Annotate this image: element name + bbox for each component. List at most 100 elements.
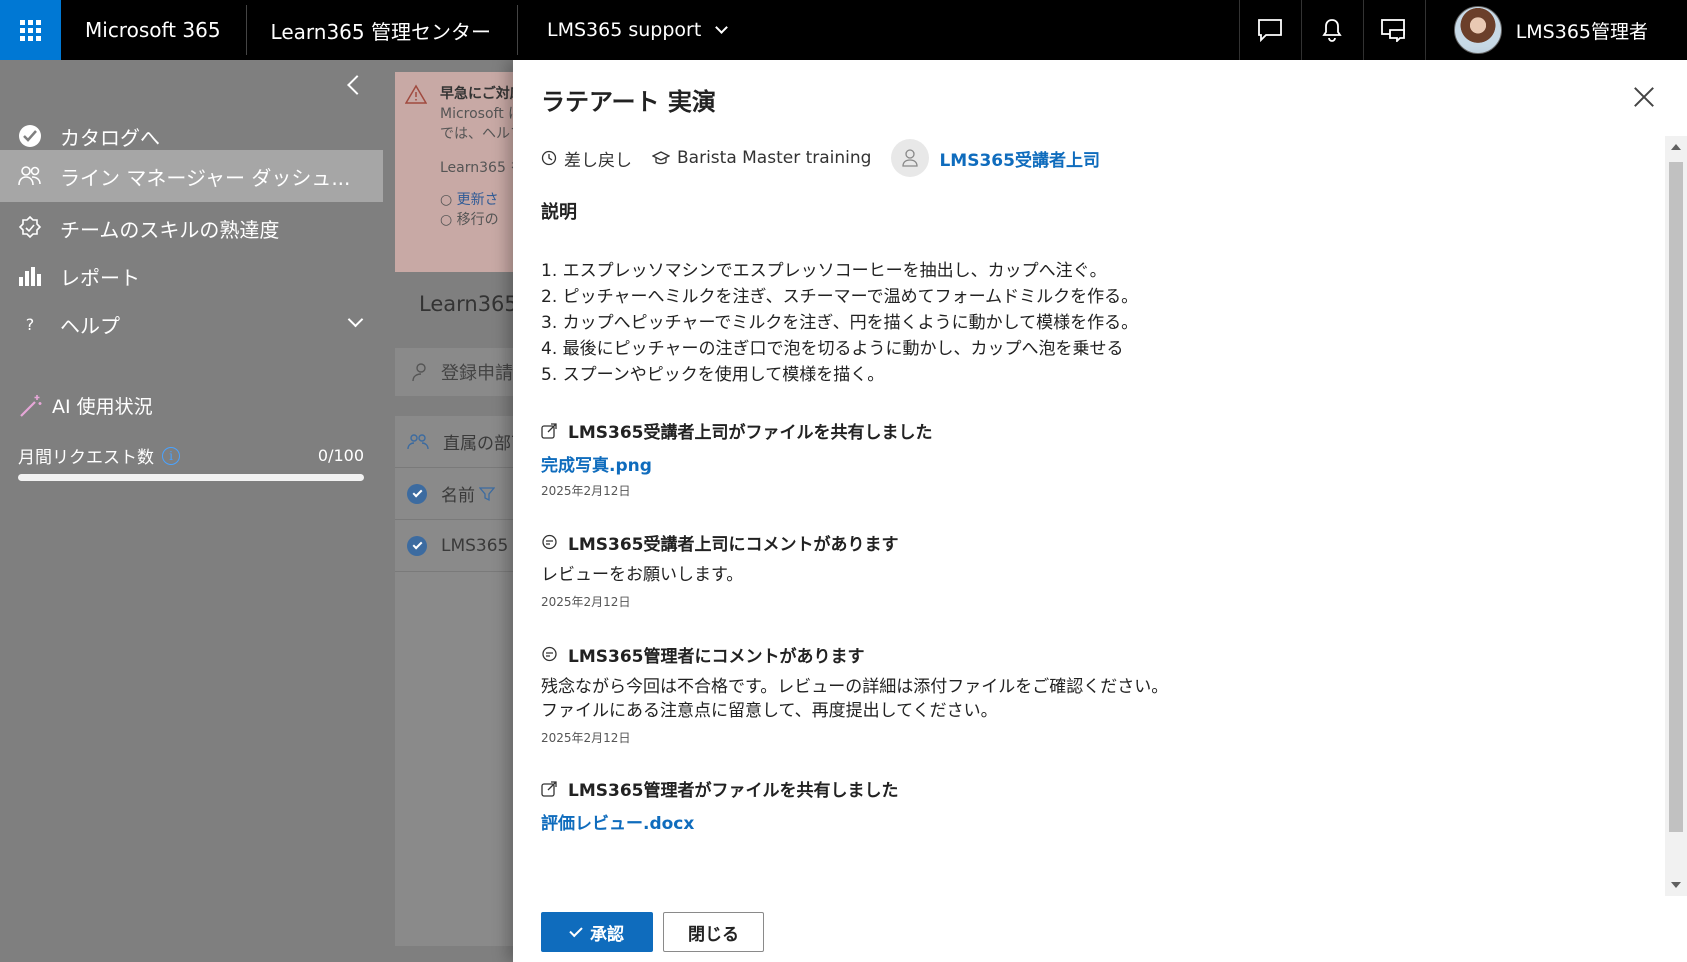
activity-comment: LMS365受講者上司にコメントがあります レビューをお願いします。 2025年…: [541, 530, 898, 610]
chevron-left-icon: [347, 75, 367, 95]
chevron-down-icon: [715, 20, 729, 34]
question-icon: ?: [25, 314, 35, 334]
detail-panel: ラテアート 実演 差し戻し Barista Master training LM…: [513, 60, 1687, 962]
team-icon: [407, 433, 429, 449]
sidebar-item-label: レポート: [60, 265, 140, 290]
comment-text: 残念ながら今回は不合格です。レビューの詳細は添付ファイルをご確認ください。 ファ…: [541, 677, 1169, 721]
gear-badge-icon: [16, 214, 44, 242]
collapse-nav-button[interactable]: [341, 72, 367, 98]
comment-icon: [542, 646, 557, 662]
feedback-button[interactable]: [1238, 0, 1301, 60]
graduation-cap-icon: [652, 151, 670, 165]
comment-icon: [542, 534, 557, 550]
monthly-requests-row: 月間リクエスト数 i 0/100: [18, 443, 364, 468]
info-icon[interactable]: i: [162, 446, 180, 465]
activity-heading: LMS365管理者がファイルを共有しました: [568, 781, 899, 801]
person-icon: [412, 363, 426, 382]
user-menu[interactable]: LMS365管理者: [1424, 0, 1687, 60]
sidebar-item-label: ライン マネージャー ダッシュ...: [60, 165, 351, 190]
sidebar-item-line-manager-dashboard[interactable]: ライン マネージャー ダッシュ...: [0, 150, 383, 202]
approve-label: 承認: [590, 924, 624, 945]
description-steps: 1. エスプレッソマシンでエスプレッソコーヒーを抽出し、カップへ注ぐ。 2. ピ…: [541, 258, 1138, 388]
page-title: Learn365: [419, 292, 518, 316]
activity-date: 2025年2月12日: [541, 484, 631, 498]
list-item: 4. 最後にピッチャーの注ぎ口で泡を切るように動かし、カップへ泡を乗せる: [541, 339, 1124, 359]
monthly-requests-count: 0/100: [317, 446, 364, 465]
activity-heading: LMS365受講者上司にコメントがあります: [568, 535, 899, 555]
person-avatar: [891, 139, 930, 177]
meta-row: 差し戻し Barista Master training LMS365受講者上司: [541, 138, 1100, 178]
activity-heading: LMS365受講者上司がファイルを共有しました: [568, 423, 933, 443]
bell-icon: [1322, 19, 1342, 42]
user-name: LMS365管理者: [1515, 20, 1648, 43]
person-icon: [902, 149, 919, 167]
support-chat-button[interactable]: [1362, 0, 1425, 60]
list-item: 3. カップへピッチャーでミルクを注ぎ、円を描くように動かして模様を作る。: [541, 313, 1139, 333]
avatar: [1453, 6, 1502, 54]
close-icon[interactable]: [1633, 86, 1655, 108]
requests-progress-bar: [18, 474, 364, 481]
bar-chart-icon: [16, 262, 44, 290]
sidebar-item-help[interactable]: ? ヘルプ: [0, 298, 383, 350]
status-badge: 差し戻し: [541, 146, 632, 171]
activity-comment: LMS365管理者にコメントがあります 残念ながら今回は不合格です。レビューの詳…: [541, 642, 1168, 746]
approve-button[interactable]: 承認: [541, 912, 653, 952]
search-label: 登録申請: [441, 363, 513, 384]
sidebar-item-team-skills[interactable]: チームのスキルの熟達度: [0, 202, 383, 254]
waffle-icon: [20, 19, 41, 41]
list-item: 5. スプーンやピックを使用して模様を描く。: [541, 365, 885, 385]
status-label: 差し戻し: [564, 150, 632, 171]
magic-wand-icon: [20, 394, 42, 417]
comment-text: レビューをお願いします。: [541, 565, 744, 585]
scroll-down-icon[interactable]: [1671, 882, 1681, 888]
activity-file-share: LMS365受講者上司がファイルを共有しました 完成写真.png 2025年2月…: [541, 418, 932, 499]
scroll-thumb[interactable]: [1669, 162, 1683, 832]
file-link[interactable]: 評価レビュー.docx: [541, 809, 694, 834]
clock-icon: [541, 150, 557, 166]
ai-usage-heading: AI 使用状況: [18, 392, 153, 419]
share-icon: [541, 781, 557, 797]
activity-date: 2025年2月12日: [541, 595, 631, 609]
activity-date: 2025年2月12日: [541, 731, 631, 745]
activity-file-share: LMS365管理者がファイルを共有しました 評価レビュー.docx: [541, 776, 898, 834]
column-header-name[interactable]: 名前: [441, 481, 475, 506]
share-icon: [541, 423, 557, 439]
scrollbar[interactable]: [1665, 136, 1687, 896]
sidebar-item-label: ヘルプ: [60, 313, 120, 338]
top-bar: Microsoft 365 Learn365 管理センター LMS365 sup…: [0, 0, 1687, 60]
left-navigation: カタログへ ライン マネージャー ダッシュ... チームのスキルの熟達度 レポー…: [0, 60, 383, 962]
tenant-selector[interactable]: LMS365 support: [518, 19, 729, 41]
check-circle-icon: [16, 122, 44, 150]
sidebar-item-reports[interactable]: レポート: [0, 250, 383, 302]
app-launcher-button[interactable]: [0, 0, 61, 60]
tenant-label: LMS365 support: [546, 19, 702, 41]
list-item: 2. ピッチャーへミルクを注ぎ、スチーマーで温めてフォームドミルクを作る。: [541, 287, 1139, 307]
screen-chat-icon: [1381, 19, 1406, 42]
chevron-down-icon: [347, 311, 364, 328]
chat-icon: [1258, 19, 1283, 42]
row-name: LMS365: [441, 535, 509, 556]
person-link[interactable]: LMS365受講者上司: [939, 146, 1099, 171]
close-button[interactable]: 閉じる: [663, 912, 764, 952]
monthly-requests-label: 月間リクエスト数: [18, 448, 154, 468]
sidebar-item-label: チームのスキルの熟達度: [60, 217, 280, 242]
checkmark-icon: [569, 923, 583, 937]
select-all-checkbox[interactable]: [407, 483, 427, 504]
course-label: Barista Master training: [677, 148, 872, 168]
row-checkbox[interactable]: [407, 535, 427, 556]
notifications-button[interactable]: [1300, 0, 1363, 60]
file-link[interactable]: 完成写真.png: [541, 451, 652, 476]
course-badge: Barista Master training: [652, 148, 871, 168]
app-title[interactable]: Learn365 管理センター: [247, 0, 517, 60]
description-heading: 説明: [541, 202, 577, 223]
filter-icon[interactable]: [479, 486, 495, 502]
panel-title: ラテアート 実演: [541, 88, 716, 116]
activity-heading: LMS365管理者にコメントがあります: [568, 647, 865, 667]
scroll-up-icon[interactable]: [1671, 144, 1681, 150]
team-icon: [16, 162, 44, 190]
ai-usage-label: AI 使用状況: [52, 396, 153, 418]
brand-name[interactable]: Microsoft 365: [61, 0, 246, 60]
list-item: 1. エスプレッソマシンでエスプレッソコーヒーを抽出し、カップへ注ぐ。: [541, 261, 1107, 281]
warning-icon: [405, 84, 427, 104]
sidebar-item-label: カタログへ: [60, 125, 160, 150]
